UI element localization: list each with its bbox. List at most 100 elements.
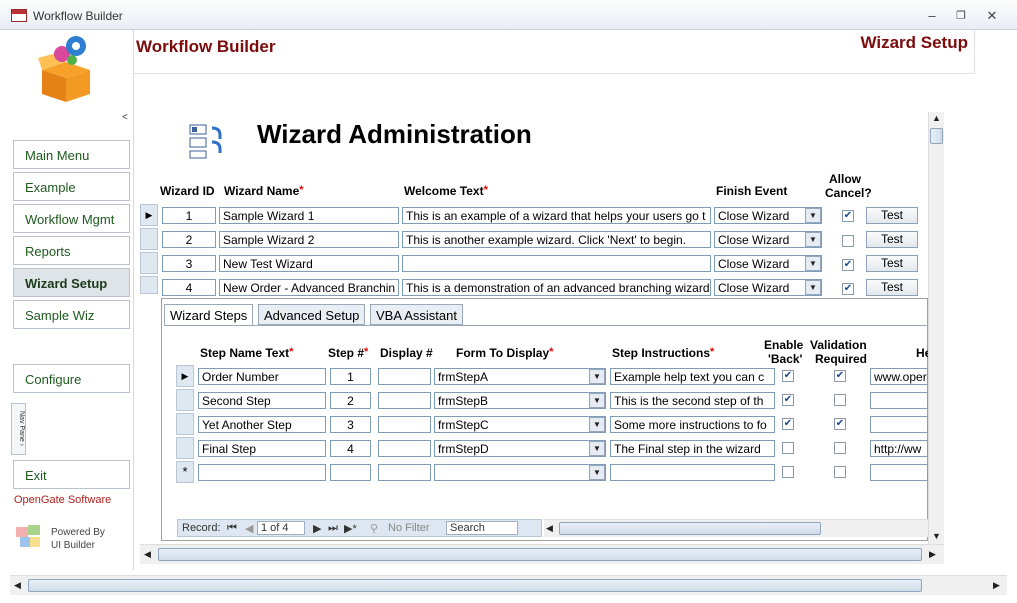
minimize-button[interactable]: – — [922, 8, 942, 24]
step-name-cell[interactable]: Second Step — [198, 392, 326, 409]
wizard-name-cell[interactable]: New Test Wizard — [219, 255, 399, 272]
new-validation-checkbox[interactable] — [834, 466, 846, 478]
help-cell[interactable]: http://ww — [870, 440, 928, 457]
current-record-field[interactable]: 1 of 4 — [257, 521, 305, 535]
wizard-name-cell[interactable]: Sample Wizard 1 — [219, 207, 399, 224]
scroll-up-arrow[interactable]: ▲ — [932, 113, 941, 123]
scroll-thumb[interactable] — [28, 579, 922, 592]
wizard-id-cell[interactable]: 2 — [162, 231, 216, 248]
new-record-icon[interactable]: ▶* — [344, 522, 357, 535]
step-name-cell[interactable]: Order Number — [198, 368, 326, 385]
welcome-text-cell[interactable] — [402, 255, 711, 272]
new-step-number-cell[interactable] — [330, 464, 371, 481]
scroll-thumb[interactable] — [930, 128, 943, 144]
row-selector-current[interactable]: ▶ — [140, 204, 158, 226]
step-selector[interactable] — [176, 389, 194, 411]
tab-wizard-steps[interactable]: Wizard Steps — [164, 304, 254, 326]
new-enable-back-checkbox[interactable] — [782, 466, 794, 478]
test-wizard-button[interactable]: Test — [866, 231, 918, 248]
step-selector[interactable] — [176, 437, 194, 459]
display-number-cell[interactable] — [378, 392, 431, 409]
step-name-cell[interactable]: Yet Another Step — [198, 416, 326, 433]
scroll-right-arrow[interactable]: ▶ — [993, 580, 1000, 591]
help-cell[interactable] — [870, 416, 928, 433]
form-vertical-scrollbar[interactable]: ▲ ▼ — [928, 112, 944, 544]
last-record-icon[interactable]: ⏭ — [328, 522, 338, 535]
validation-checkbox[interactable]: ✔ — [834, 370, 846, 382]
test-wizard-button[interactable]: Test — [866, 207, 918, 224]
welcome-text-cell[interactable]: This is another example wizard. Click 'N… — [402, 231, 711, 248]
first-record-icon[interactable]: ⏮ — [227, 522, 237, 535]
form-combo[interactable]: frmStepC — [434, 416, 606, 433]
dropdown-arrow-icon[interactable]: ▼ — [589, 393, 605, 408]
new-instructions-cell[interactable] — [610, 464, 775, 481]
enable-back-checkbox[interactable] — [782, 442, 794, 454]
dropdown-arrow-icon[interactable]: ▼ — [589, 441, 605, 456]
tab-vba-assistant[interactable]: VBA Assistant — [370, 304, 463, 325]
dropdown-arrow-icon[interactable]: ▼ — [805, 208, 821, 223]
test-wizard-button[interactable]: Test — [866, 255, 918, 272]
dropdown-arrow-icon[interactable]: ▼ — [589, 465, 605, 480]
allow-cancel-checkbox[interactable]: ✔ — [842, 283, 854, 295]
form-combo[interactable]: frmStepB — [434, 392, 606, 409]
instructions-cell[interactable]: Some more instructions to fo — [610, 416, 775, 433]
wizard-id-cell[interactable]: 1 — [162, 207, 216, 224]
new-form-combo[interactable] — [434, 464, 606, 481]
close-button[interactable]: ✕ — [982, 8, 1002, 24]
new-help-cell[interactable] — [870, 464, 928, 481]
allow-cancel-checkbox[interactable]: ✔ — [842, 210, 854, 222]
wizard-name-cell[interactable]: New Order - Advanced Branchin — [219, 279, 399, 296]
restore-button[interactable]: ❐ — [951, 8, 971, 24]
nav-example[interactable]: Example — [13, 172, 130, 201]
dropdown-arrow-icon[interactable]: ▼ — [805, 280, 821, 295]
step-name-cell[interactable]: Final Step — [198, 440, 326, 457]
welcome-text-cell[interactable]: This is a demonstration of an advanced b… — [402, 279, 711, 296]
instructions-cell[interactable]: The Final step in the wizard — [610, 440, 775, 457]
next-record-icon[interactable]: ▶ — [313, 522, 321, 535]
scroll-thumb[interactable] — [559, 522, 821, 535]
window-horizontal-scrollbar[interactable]: ◀ ▶ — [10, 575, 1007, 595]
instructions-cell[interactable]: This is the second step of th — [610, 392, 775, 409]
form-horizontal-scrollbar[interactable]: ◀ ▶ — [140, 544, 944, 564]
step-number-cell[interactable]: 2 — [330, 392, 371, 409]
nav-wizard-setup[interactable]: Wizard Setup — [13, 268, 130, 297]
row-selector[interactable] — [140, 228, 158, 250]
scroll-left-arrow[interactable]: ◀ — [546, 523, 553, 534]
previous-record-icon[interactable]: ◀ — [245, 522, 253, 535]
display-number-cell[interactable] — [378, 416, 431, 433]
no-filter-button[interactable]: No Filter — [388, 522, 430, 534]
new-display-number-cell[interactable] — [378, 464, 431, 481]
dropdown-arrow-icon[interactable]: ▼ — [805, 232, 821, 247]
nav-pane-toggle[interactable]: Nav Pane › — [11, 403, 26, 455]
row-selector[interactable] — [140, 276, 158, 294]
welcome-text-cell[interactable]: This is an example of a wizard that help… — [402, 207, 711, 224]
row-selector[interactable] — [140, 252, 158, 274]
form-combo[interactable]: frmStepA — [434, 368, 606, 385]
scroll-left-arrow[interactable]: ◀ — [144, 549, 151, 560]
validation-checkbox[interactable] — [834, 442, 846, 454]
new-step-name-cell[interactable] — [198, 464, 326, 481]
display-number-cell[interactable] — [378, 440, 431, 457]
display-number-cell[interactable] — [378, 368, 431, 385]
help-cell[interactable] — [870, 392, 928, 409]
nav-configure[interactable]: Configure — [13, 364, 130, 393]
wizard-id-cell[interactable]: 3 — [162, 255, 216, 272]
nav-main-menu[interactable]: Main Menu — [13, 140, 130, 169]
scroll-left-arrow[interactable]: ◀ — [14, 580, 21, 591]
enable-back-checkbox[interactable]: ✔ — [782, 370, 794, 382]
wizard-name-cell[interactable]: Sample Wizard 2 — [219, 231, 399, 248]
enable-back-checkbox[interactable]: ✔ — [782, 418, 794, 430]
nav-exit[interactable]: Exit — [13, 460, 130, 489]
nav-sample-wiz[interactable]: Sample Wiz — [13, 300, 130, 329]
step-number-cell[interactable]: 4 — [330, 440, 371, 457]
step-selector[interactable] — [176, 413, 194, 435]
collapse-sidebar-button[interactable]: < — [122, 112, 128, 123]
dropdown-arrow-icon[interactable]: ▼ — [589, 369, 605, 384]
validation-checkbox[interactable]: ✔ — [834, 418, 846, 430]
tab-advanced-setup[interactable]: Advanced Setup — [258, 304, 366, 325]
new-record-selector[interactable]: * — [176, 461, 194, 483]
dropdown-arrow-icon[interactable]: ▼ — [805, 256, 821, 271]
scroll-thumb[interactable] — [158, 548, 922, 561]
validation-checkbox[interactable] — [834, 394, 846, 406]
step-number-cell[interactable]: 1 — [330, 368, 371, 385]
